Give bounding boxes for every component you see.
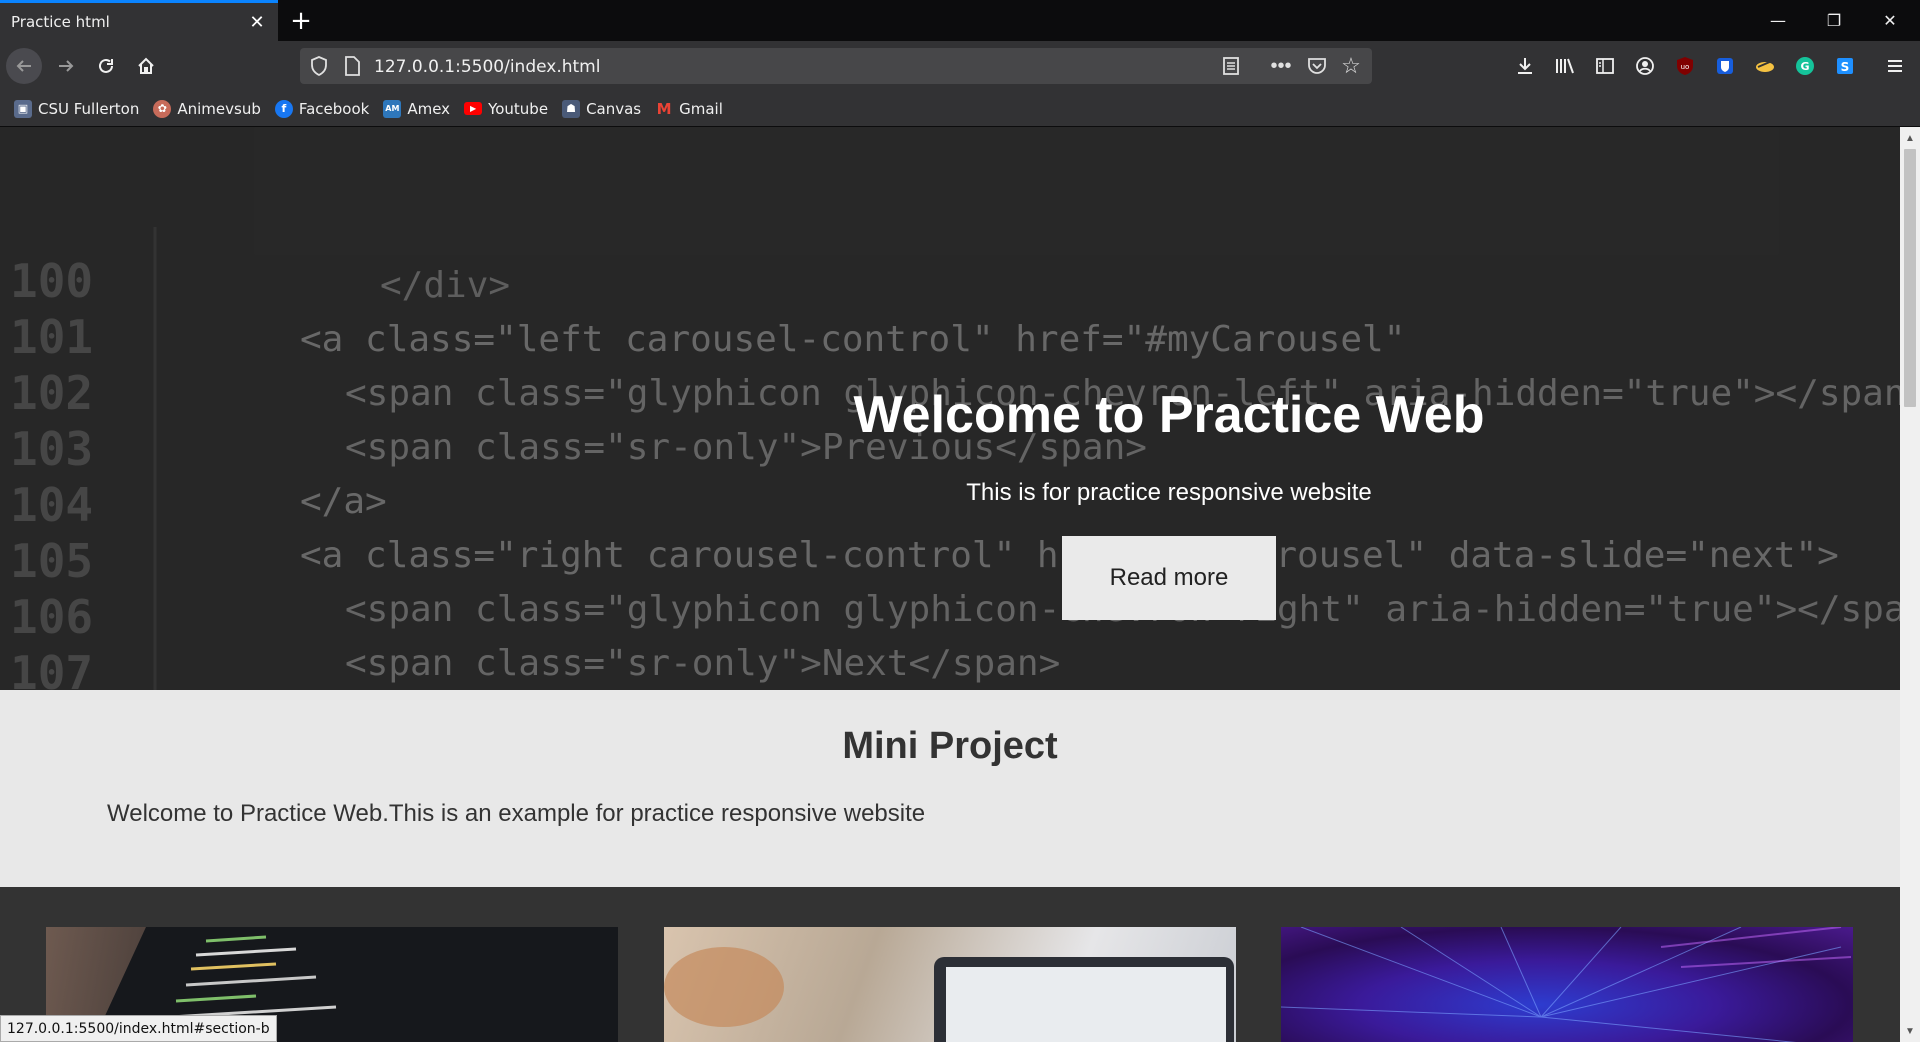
forward-button[interactable] (48, 48, 84, 84)
section-text: Welcome to Practice Web.This is an examp… (107, 800, 926, 827)
vertical-scrollbar[interactable]: ▲ ▼ (1900, 127, 1920, 1042)
shield-icon[interactable] (310, 56, 328, 76)
youtube-icon: ▶ (464, 102, 483, 115)
hero-title: Welcome to Practice Web (853, 386, 1485, 444)
laptop-desk-image (664, 947, 1234, 1042)
bookmark-star-icon[interactable]: ☆ (1338, 53, 1364, 78)
close-tab-icon[interactable]: ✕ (244, 9, 270, 35)
image-cards-section (0, 887, 1900, 1042)
bookmark-youtube[interactable]: ▶ Youtube (464, 100, 548, 118)
library-icon[interactable] (1552, 53, 1578, 79)
bookmark-canvas[interactable]: ☗ Canvas (562, 99, 642, 118)
csuf-icon: ▣ (14, 99, 32, 118)
navigation-bar: 127.0.0.1:5500/index.html ••• ☆ uo G S (0, 41, 1920, 91)
sidebar-icon[interactable] (1592, 53, 1618, 79)
arrow-left-icon (16, 60, 31, 72)
url-bar[interactable]: 127.0.0.1:5500/index.html ••• ☆ (300, 48, 1372, 84)
hero-section: 100 </div> 101 <a class="left carousel-cont… (0, 127, 1900, 690)
new-tab-button[interactable]: + (286, 6, 316, 36)
bookmark-label: Gmail (679, 99, 723, 118)
svg-text:G: G (1800, 60, 1809, 73)
bookmark-label: Facebook (298, 99, 370, 118)
tab-practice-html[interactable]: Practice html ✕ (0, 0, 278, 41)
pocket-icon[interactable] (1304, 54, 1330, 78)
home-icon (138, 57, 154, 74)
url-text[interactable]: 127.0.0.1:5500/index.html (374, 57, 600, 77)
arrow-right-icon (59, 60, 74, 72)
home-button[interactable] (128, 48, 164, 84)
bookmark-amex[interactable]: AM Amex (383, 99, 451, 118)
close-window-button[interactable]: ✕ (1862, 0, 1918, 41)
tab-strip: Practice html ✕ + — ❐ ✕ (0, 0, 1920, 41)
extension-cloud-icon[interactable] (1752, 53, 1778, 79)
grammarly-icon[interactable]: G (1792, 53, 1818, 79)
reload-icon (99, 58, 113, 73)
bookmark-label: Canvas (586, 99, 642, 118)
card-image-abstract[interactable] (1281, 927, 1853, 1042)
svg-text:uo: uo (1681, 63, 1690, 71)
animevsub-icon: ✿ (153, 99, 172, 118)
bitwarden-icon[interactable] (1712, 53, 1738, 79)
account-icon[interactable] (1632, 53, 1658, 79)
bookmark-label: CSU Fullerton (38, 99, 140, 118)
svg-text:S: S (1841, 60, 1850, 74)
gmail-icon: M (656, 99, 672, 118)
downloads-icon[interactable] (1512, 53, 1538, 79)
scroll-up-arrow-icon[interactable]: ▲ (1900, 129, 1920, 147)
menu-icon[interactable] (1882, 53, 1908, 79)
facebook-icon: f (274, 99, 293, 118)
card-image-laptop-desk[interactable] (664, 927, 1236, 1042)
bookmark-gmail[interactable]: M Gmail (655, 100, 723, 118)
reload-button[interactable] (88, 48, 124, 84)
bookmark-label: Animevsub (177, 99, 261, 118)
read-more-button[interactable]: Read more (1062, 536, 1276, 620)
bookmark-animevsub[interactable]: ✿ Animevsub (153, 99, 261, 118)
ublock-origin-icon[interactable]: uo (1672, 53, 1698, 79)
tab-title: Practice html (11, 13, 110, 31)
abstract-tunnel-image (1281, 927, 1852, 1042)
minimize-button[interactable]: — (1750, 0, 1806, 41)
extension-s-icon[interactable]: S (1832, 53, 1858, 79)
bookmark-facebook[interactable]: f Facebook (274, 99, 370, 118)
page-viewport: 100 </div> 101 <a class="left carousel-cont… (0, 127, 1900, 1042)
page-info-icon[interactable] (344, 56, 360, 76)
page-actions-icon[interactable]: ••• (1268, 54, 1294, 78)
bookmark-label: Amex (407, 99, 451, 118)
section-title: Mini Project (842, 725, 1058, 767)
canvas-icon: ☗ (562, 99, 581, 118)
hero-subtitle: This is for practice responsive website (966, 479, 1372, 506)
scrollbar-thumb[interactable] (1904, 149, 1916, 407)
bookmark-csu-fullerton[interactable]: ▣ CSU Fullerton (14, 99, 140, 118)
scroll-down-arrow-icon[interactable]: ▼ (1900, 1022, 1920, 1040)
bookmarks-bar: ▣ CSU Fullerton ✿ Animevsub f Facebook A… (0, 91, 1920, 127)
section-b: Mini Project Welcome to Practice Web.Thi… (0, 690, 1900, 887)
back-button[interactable] (6, 48, 42, 84)
status-bar-url: 127.0.0.1:5500/index.html#section-b (0, 1015, 277, 1042)
restore-button[interactable]: ❐ (1806, 0, 1862, 41)
reader-view-icon[interactable] (1218, 54, 1244, 78)
bookmark-label: Youtube (488, 99, 549, 118)
amex-icon: AM (383, 99, 402, 118)
